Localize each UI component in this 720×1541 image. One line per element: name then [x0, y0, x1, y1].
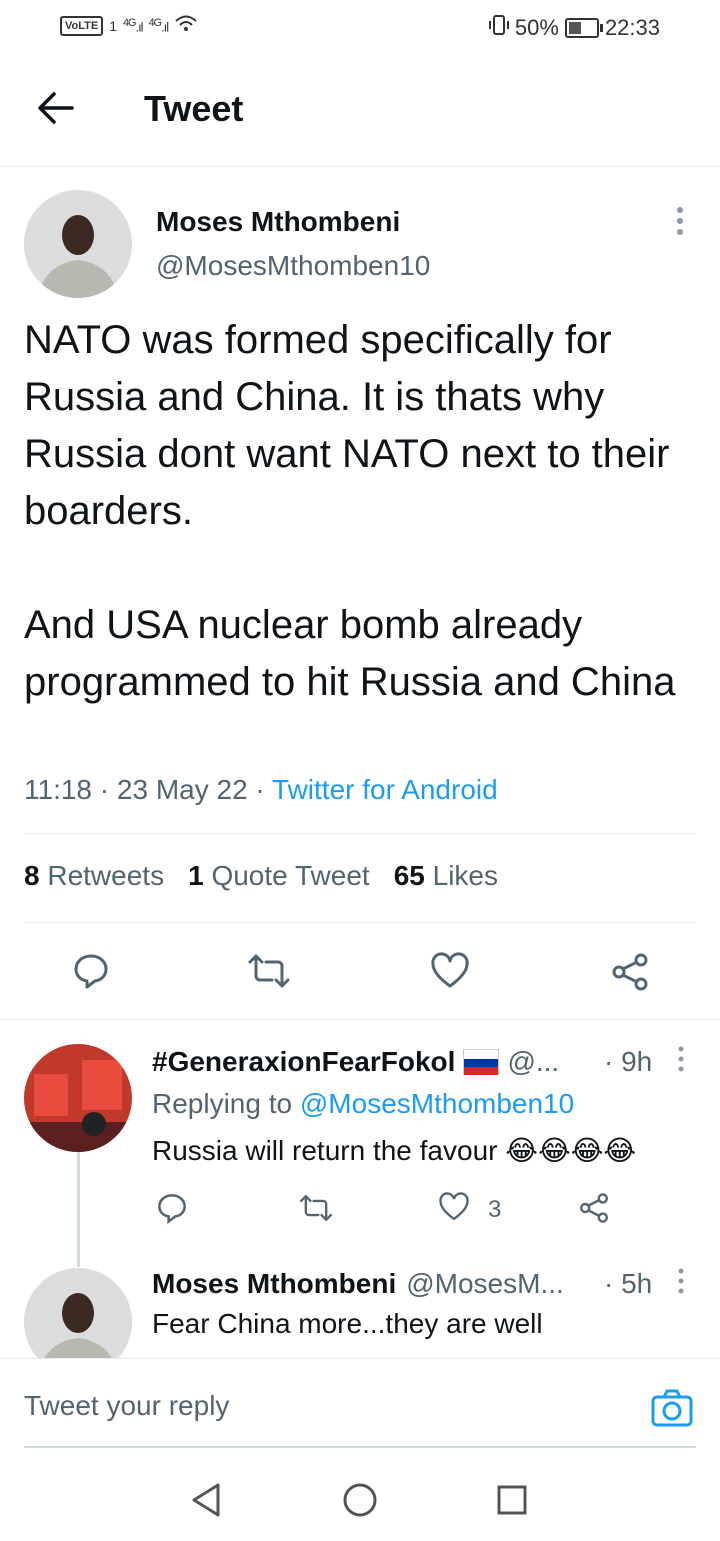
signal-icon: 4G.ıl	[123, 16, 144, 35]
reply-input[interactable]: Tweet your reply	[24, 1390, 229, 1422]
divider	[0, 1019, 720, 1020]
like-heart-icon	[438, 1192, 470, 1227]
reply-author-handle[interactable]: @MosesM...	[406, 1268, 564, 1300]
more-options-icon[interactable]	[676, 1046, 686, 1077]
tweet-meta: 11:18 · 23 May 22 · Twitter for Android	[24, 774, 498, 805]
likes-label: Likes	[432, 860, 499, 891]
replying-to-label: Replying to	[152, 1088, 293, 1119]
reply-avatar[interactable]	[24, 1044, 132, 1152]
more-options-icon[interactable]	[672, 206, 688, 243]
tweet-stats: 8 Retweets 1 Quote Tweet 65 Likes	[24, 860, 498, 892]
system-nav-bar	[0, 1450, 720, 1541]
replying-to-handle[interactable]: @MosesMthomben10	[300, 1088, 574, 1119]
tweet-source-link[interactable]: Twitter for Android	[272, 774, 498, 805]
retweets-count: 8	[24, 860, 40, 891]
reply-age: · 5h	[604, 1268, 653, 1299]
tweet-time: 11:18	[24, 774, 92, 805]
divider	[24, 922, 696, 923]
thread-line	[77, 1152, 80, 1267]
nav-recents-icon[interactable]	[496, 1484, 528, 1521]
reply-icon[interactable]	[72, 952, 110, 990]
quotes-count: 1	[188, 860, 204, 891]
sim-number: 1	[109, 17, 117, 34]
back-arrow-icon[interactable]	[36, 88, 76, 128]
share-icon[interactable]	[578, 1192, 610, 1229]
author-avatar[interactable]	[24, 190, 132, 298]
status-bar: VoLTE 1 4G.ıl 4G.ıl 50% 22:33	[0, 0, 720, 56]
vibrate-icon	[488, 14, 509, 42]
replying-to-line: Replying to @MosesMthomben10	[152, 1088, 574, 1120]
battery-icon	[564, 18, 603, 38]
camera-icon[interactable]	[650, 1388, 694, 1433]
reply-avatar[interactable]	[24, 1268, 132, 1358]
volte-badge: VoLTE	[60, 15, 104, 36]
reply-icon[interactable]	[156, 1192, 188, 1229]
signal-icon-2: 4G.ıl	[148, 16, 170, 35]
wifi-icon	[174, 14, 198, 37]
tweet-text: NATO was formed specifically for Russia …	[24, 318, 676, 704]
retweet-icon[interactable]	[298, 1192, 334, 1229]
author-name[interactable]: Moses Mthombeni	[156, 206, 400, 238]
reply-author-name[interactable]: Moses Mthombeni	[152, 1268, 396, 1300]
nav-home-icon[interactable]	[342, 1482, 378, 1523]
reply-age: · 9h	[604, 1046, 653, 1077]
quotes-stat[interactable]: 1 Quote Tweet	[188, 860, 370, 892]
top-app-bar	[0, 56, 720, 167]
tweet-date: 23 May 22	[116, 774, 248, 805]
share-icon[interactable]	[610, 952, 650, 992]
retweet-icon[interactable]	[246, 952, 292, 990]
likes-count: 65	[393, 860, 425, 891]
reply-text: Fear China more...they are well	[152, 1308, 543, 1339]
like-heart-icon[interactable]	[430, 952, 470, 990]
nav-back-icon[interactable]	[190, 1482, 222, 1523]
page-title: Tweet	[144, 88, 244, 129]
retweets-label: Retweets	[47, 860, 165, 891]
reply-header: Moses Mthombeni @MosesM...	[152, 1268, 592, 1300]
quotes-label: Quote Tweet	[211, 860, 370, 891]
reply-item-2: Moses Mthombeni @MosesM... · 5h Fear Chi…	[0, 1260, 720, 1358]
likes-stat[interactable]: 65 Likes	[394, 860, 498, 892]
reply-header: #GeneraxionFearFokol @...	[152, 1046, 652, 1078]
author-handle[interactable]: @MosesMthomben10	[156, 250, 430, 282]
divider	[24, 833, 696, 834]
reply-text: Russia will return the favour 😂😂😂😂	[152, 1135, 637, 1166]
more-options-icon[interactable]	[676, 1268, 686, 1299]
reply-author-name[interactable]: #GeneraxionFearFokol	[152, 1046, 455, 1078]
like-button[interactable]: 3	[438, 1192, 501, 1227]
reply-underline	[24, 1446, 696, 1448]
russia-flag-icon	[463, 1049, 500, 1075]
clock: 22:33	[604, 15, 660, 40]
retweets-stat[interactable]: 8 Retweets	[24, 860, 164, 892]
net-type-1: 4G	[123, 16, 136, 29]
reply-author-handle[interactable]: @...	[507, 1046, 559, 1078]
net-type-2: 4G	[148, 16, 162, 29]
battery-percent: 50%	[514, 15, 559, 40]
reply-like-count: 3	[488, 1195, 502, 1223]
status-right: 50% 22:33	[488, 14, 660, 42]
status-left: VoLTE 1 4G.ıl 4G.ıl	[60, 14, 198, 37]
